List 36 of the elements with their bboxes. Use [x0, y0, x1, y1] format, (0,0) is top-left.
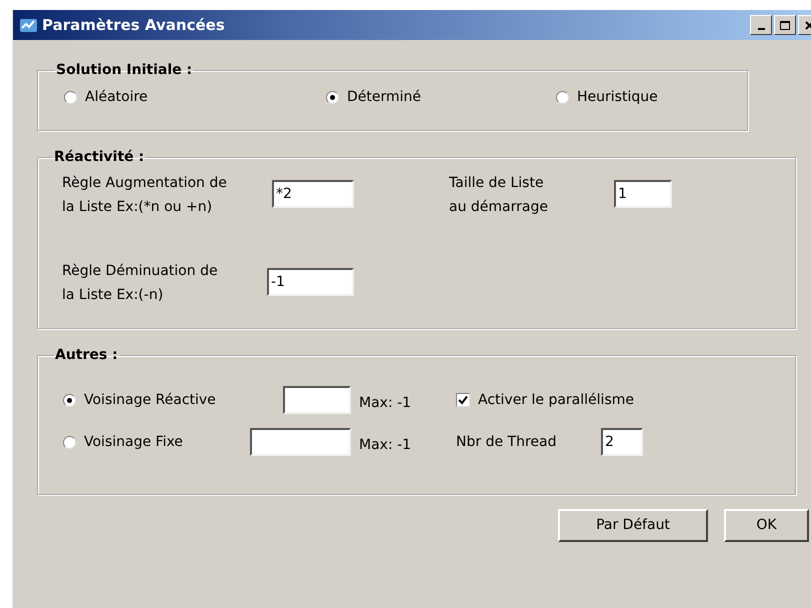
text-field[interactable]: 1 [614, 180, 672, 208]
radio-label: Voisinage Réactive [84, 390, 216, 410]
text-field[interactable] [250, 428, 351, 456]
text-field[interactable]: *2 [272, 180, 354, 208]
radio-label: Déterminé [347, 88, 422, 107]
text-field[interactable] [283, 386, 351, 414]
text-field[interactable]: 2 [601, 428, 643, 456]
minimize-button[interactable] [750, 15, 772, 35]
radio-button[interactable] [63, 394, 76, 406]
radio-button[interactable] [556, 91, 569, 104]
radio-button[interactable] [63, 436, 76, 448]
checkbox-label: Activer le parallélisme [478, 390, 634, 410]
radio-label: Aléatoire [85, 88, 148, 107]
group-title: Réactivité : [53, 148, 146, 167]
text-field[interactable]: -1 [267, 268, 354, 296]
radio-label: Voisinage Fixe [84, 432, 183, 452]
ok-button[interactable]: OK [724, 509, 809, 542]
close-icon [804, 20, 811, 30]
radio-label: Heuristique [577, 88, 658, 107]
minimize-icon [758, 28, 764, 30]
checkbox[interactable] [456, 393, 470, 407]
app-icon [19, 16, 39, 34]
radio-button[interactable] [64, 91, 77, 104]
default-button[interactable]: Par Défaut [558, 509, 708, 542]
radio-button[interactable] [326, 91, 339, 104]
max-label: Max: -1 [359, 436, 412, 454]
window-title: Paramètres Avancées [42, 14, 225, 36]
field-label: Règle Déminuation de la Liste Ex:(-n) [62, 263, 218, 303]
group-title: Solution Initiale : [55, 61, 194, 80]
field-label: Nbr de Thread [456, 432, 558, 452]
maximize-button[interactable] [774, 15, 796, 35]
field-label: Taille de Liste au démarrage [449, 175, 548, 215]
maximize-icon [780, 20, 790, 30]
group-title: Autres : [54, 346, 119, 365]
field-label: Règle Augmentation de la Liste Ex:(*n ou +n) [62, 175, 227, 215]
max-label: Max: -1 [359, 394, 412, 412]
